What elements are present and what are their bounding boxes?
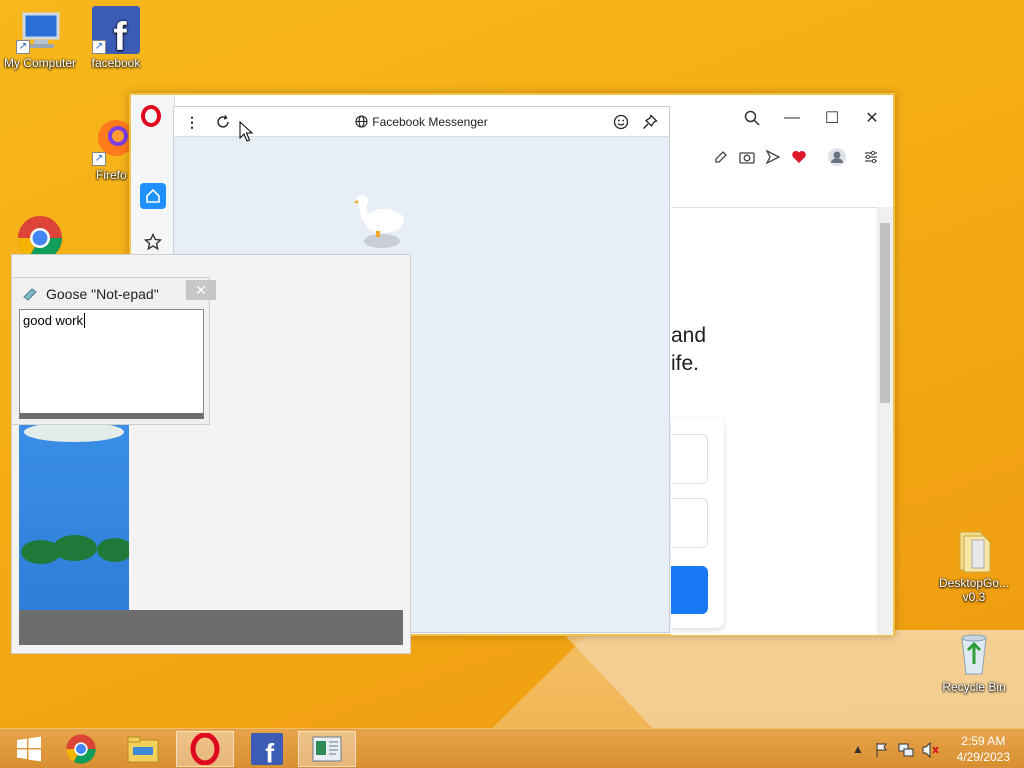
scrollbar-thumb[interactable] — [880, 223, 890, 403]
settings-sliders-icon[interactable] — [861, 147, 881, 167]
tray-expand-icon[interactable]: ▲ — [852, 742, 864, 756]
svg-text:f: f — [113, 15, 127, 54]
notepad-image-scene — [19, 422, 133, 610]
close-icon[interactable]: ✕ — [186, 280, 216, 300]
desktop-icon-firefox[interactable]: ↗ Firefo — [76, 118, 136, 182]
taskbar-chrome-icon[interactable] — [52, 731, 110, 767]
text-cursor — [83, 313, 85, 328]
computer-icon: ↗ — [16, 6, 64, 54]
mouse-cursor-icon — [239, 120, 254, 148]
close-icon[interactable]: ✕ — [857, 103, 887, 133]
notepad-title: Goose "Not-epad" — [46, 286, 159, 302]
desktop-icon-facebook[interactable]: f ↗ facebook — [76, 6, 156, 70]
clock-date: 4/29/2023 — [956, 750, 1010, 764]
facebook-icon: f ↗ — [92, 6, 140, 59]
desktop-icon-desktopgoose[interactable]: DesktopGo... v0.3 — [934, 526, 1014, 604]
clock-time: 2:59 AM — [961, 734, 1006, 748]
fb-tagline-line1: and — [671, 324, 707, 347]
profile-avatar-icon[interactable] — [827, 147, 847, 167]
pin-icon[interactable] — [641, 113, 659, 131]
taskbar: f ▲ 2:59 AM 4/29/2023 — [0, 728, 1024, 768]
edit-icon[interactable] — [711, 147, 731, 167]
network-icon[interactable] — [898, 742, 914, 761]
password-field[interactable] — [671, 498, 708, 548]
taskbar-opera-icon[interactable] — [176, 731, 234, 767]
svg-text:f: f — [265, 738, 274, 765]
maximize-icon[interactable]: ☐ — [817, 103, 847, 133]
recycle-bin-icon — [950, 630, 998, 678]
taskbar-facebook-icon[interactable]: f — [238, 731, 296, 767]
home-icon[interactable] — [140, 183, 166, 209]
login-button[interactable] — [671, 566, 708, 614]
search-icon[interactable] — [737, 103, 767, 133]
send-arrow-icon[interactable] — [763, 147, 783, 167]
taskbar-goose-notepad-icon[interactable] — [298, 731, 356, 767]
messenger-title-text: Facebook Messenger — [372, 115, 488, 129]
folder-icon — [950, 526, 998, 574]
facebook-page-content: and ife. — [671, 207, 893, 635]
globe-icon — [355, 115, 368, 131]
desktop-icon-my-computer[interactable]: ↗ My Computer — [0, 6, 80, 70]
start-windows-icon[interactable] — [0, 731, 58, 767]
desktop-icon-label: DesktopGo... v0.3 — [938, 576, 1010, 604]
heart-icon[interactable] — [789, 147, 809, 167]
notepad-content: good work — [23, 313, 83, 328]
system-clock[interactable]: 2:59 AM 4/29/2023 — [957, 733, 1010, 765]
notepad-text-area[interactable]: good work — [19, 309, 204, 419]
opera-logo-icon[interactable] — [141, 105, 161, 127]
notepad-bottom-bar — [19, 610, 403, 645]
camera-icon[interactable] — [737, 147, 757, 167]
page-scrollbar[interactable] — [877, 207, 893, 635]
bookmarks-star-icon[interactable] — [140, 229, 166, 255]
desktop-icon-label: My Computer — [3, 56, 77, 70]
desktop-icon-label: facebook — [91, 56, 141, 70]
fb-login-card — [671, 418, 724, 628]
action-center-flag-icon[interactable] — [874, 742, 890, 761]
fb-tagline-line2: ife. — [671, 352, 700, 375]
goose-notepad-window: Goose "Not-epad" ✕ good work — [11, 277, 216, 425]
desktop-icon-label: Firefo — [96, 168, 127, 182]
goose-icon[interactable] — [348, 191, 408, 256]
desktop-icon-label: Recycle Bin — [942, 680, 1006, 694]
emoji-icon[interactable] — [612, 113, 630, 131]
desktop-icon-recycle-bin[interactable]: Recycle Bin — [934, 630, 1014, 694]
notepad-app-icon — [22, 287, 38, 306]
taskbar-file-explorer-icon[interactable] — [114, 731, 172, 767]
minimize-icon[interactable]: — — [777, 103, 807, 133]
volume-muted-icon[interactable] — [922, 741, 940, 761]
email-field[interactable] — [671, 434, 708, 484]
